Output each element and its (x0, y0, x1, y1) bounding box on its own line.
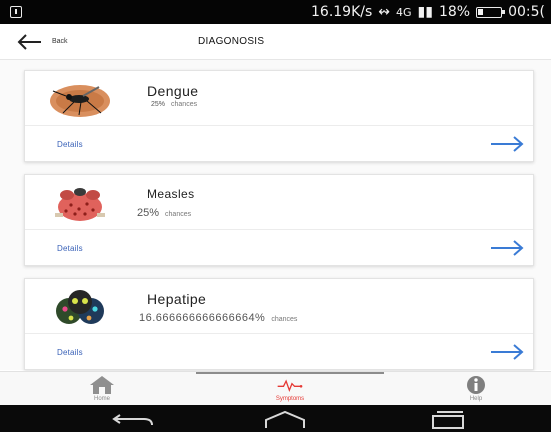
network-speed: 16.19K/s (311, 4, 373, 20)
card-actions: Details (25, 230, 533, 266)
bottom-tab-bar: Home Symptoms Help (0, 371, 551, 405)
notification-icon (10, 6, 22, 18)
arrow-right-icon[interactable] (489, 239, 525, 257)
arrow-right-icon[interactable] (489, 343, 525, 361)
details-link[interactable]: Details (57, 244, 83, 253)
arrow-left-icon (17, 33, 41, 50)
card-actions: Details (25, 334, 533, 370)
nav-recent-apps-icon[interactable] (424, 409, 470, 429)
chance-value: 25% (137, 207, 160, 219)
disease-name: Dengue (147, 83, 199, 99)
card-header: Dengue 25% chances (25, 71, 533, 126)
back-label: Back (52, 38, 68, 45)
diagnosis-list[interactable]: Dengue 25% chances Details Measles 25% c… (0, 60, 551, 370)
disease-name: Hepatipe (147, 291, 207, 307)
details-link[interactable]: Details (57, 348, 83, 357)
network-type: 4G (396, 5, 412, 19)
chance-text: 25% chances (151, 101, 197, 108)
diagnosis-card-dengue: Dengue 25% chances Details (24, 70, 534, 162)
tab-label: Help (469, 396, 483, 402)
mosquito-image (50, 85, 110, 117)
chance-word: chances (165, 211, 192, 218)
tab-help[interactable]: Help (446, 375, 506, 405)
chance-text: 16.666666666666664% chances (139, 312, 297, 324)
house-icon (90, 376, 114, 394)
nav-home-icon[interactable] (262, 409, 308, 429)
arrow-right-icon[interactable] (489, 135, 525, 153)
tab-symptoms[interactable]: Symptoms (260, 375, 320, 405)
tab-label: Home (93, 396, 110, 402)
disease-name: Measles (147, 187, 195, 201)
card-actions: Details (25, 126, 533, 162)
chance-value: 25% (151, 101, 166, 108)
info-icon (467, 376, 485, 394)
back-button[interactable]: Back (0, 33, 68, 51)
signal-icon: ▮▮ (417, 4, 433, 20)
status-indicators: 16.19K/s ↭ 4G ▮▮ 18% 00:5( (311, 4, 545, 20)
battery-percent: 18% (438, 4, 471, 20)
active-tab-indicator (196, 372, 384, 374)
chance-text: 25% chances (137, 207, 191, 219)
system-nav-bar (0, 405, 551, 432)
page-title: DIAGONOSIS (198, 36, 265, 47)
heartbeat-icon (277, 379, 303, 393)
chance-word: chances (171, 101, 198, 108)
clock: 00:5( (508, 4, 545, 20)
measles-image (55, 188, 105, 221)
details-link[interactable]: Details (57, 140, 83, 149)
chance-word: chances (271, 316, 298, 323)
tab-home[interactable]: Home (72, 375, 132, 405)
battery-icon (476, 6, 506, 18)
diagnosis-card-measles: Measles 25% chances Details (24, 174, 534, 266)
diagnosis-card-hepatipe: Hepatipe 16.666666666666664% chances Deta… (24, 278, 534, 370)
card-header: Hepatipe 16.666666666666664% chances (25, 279, 533, 334)
app-header: Back DIAGONOSIS (0, 24, 551, 60)
card-header: Measles 25% chances (25, 175, 533, 230)
chance-value: 16.666666666666664% (139, 312, 266, 324)
hepatitis-image (56, 290, 104, 324)
tab-label: Symptoms (275, 396, 305, 402)
status-bar: 16.19K/s ↭ 4G ▮▮ 18% 00:5( (0, 0, 551, 24)
nav-back-icon[interactable] (110, 409, 156, 429)
mute-icon: ↭ (378, 4, 391, 20)
